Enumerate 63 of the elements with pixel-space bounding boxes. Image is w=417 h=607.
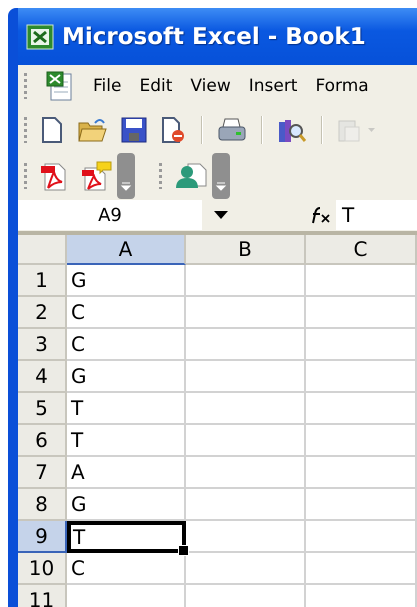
row-header[interactable]: 6 xyxy=(18,425,67,457)
column-header[interactable]: A xyxy=(67,235,186,265)
table-cell[interactable] xyxy=(306,329,417,361)
table-cell[interactable] xyxy=(186,553,306,585)
table-cell[interactable] xyxy=(186,425,306,457)
function-icon[interactable] xyxy=(310,206,332,224)
table-cell[interactable] xyxy=(186,361,306,393)
table-cell[interactable] xyxy=(186,297,306,329)
row-header[interactable]: 2 xyxy=(18,297,67,329)
table-cell[interactable] xyxy=(306,489,417,521)
table-cell[interactable]: A xyxy=(67,457,186,489)
folder-icon[interactable] xyxy=(77,117,107,143)
row-header[interactable]: 5 xyxy=(18,393,67,425)
table-cell[interactable] xyxy=(186,329,306,361)
table-cell[interactable]: C xyxy=(67,329,186,361)
table-cell[interactable] xyxy=(306,457,417,489)
row-header[interactable]: 4 xyxy=(18,361,67,393)
table-cell[interactable]: C xyxy=(67,297,186,329)
table-cell[interactable] xyxy=(186,457,306,489)
table-cell[interactable]: G xyxy=(67,265,186,297)
toolbar-options-icon[interactable] xyxy=(212,153,230,199)
table-cell[interactable]: G xyxy=(67,489,186,521)
row-header[interactable]: 9 xyxy=(18,521,67,553)
row-header[interactable]: 7 xyxy=(18,457,67,489)
table-cell[interactable] xyxy=(306,553,417,585)
row-header[interactable]: 3 xyxy=(18,329,67,361)
table-cell[interactable] xyxy=(186,393,306,425)
menu-item[interactable]: File xyxy=(93,76,122,96)
table-cell[interactable] xyxy=(306,265,417,297)
table-cell[interactable] xyxy=(186,521,306,553)
menu-item[interactable]: Insert xyxy=(248,76,298,96)
column-header[interactable]: B xyxy=(186,235,306,265)
table-cell[interactable] xyxy=(306,297,417,329)
printer-icon[interactable] xyxy=(217,117,247,143)
table-cell[interactable] xyxy=(186,489,306,521)
document-stop-icon[interactable] xyxy=(161,116,187,144)
row-header[interactable]: 8 xyxy=(18,489,67,521)
formula-field[interactable]: T xyxy=(336,200,417,230)
table-cell[interactable]: G xyxy=(67,361,186,393)
table-cell[interactable] xyxy=(306,361,417,393)
menu-item[interactable]: Edit xyxy=(139,76,172,96)
table-cell[interactable]: C xyxy=(67,553,186,585)
select-all-corner[interactable] xyxy=(18,235,67,265)
toolbar-options-icon[interactable] xyxy=(117,153,135,199)
table-cell[interactable]: T xyxy=(67,425,186,457)
active-cell[interactable]: T xyxy=(67,521,186,553)
row-header[interactable]: 1 xyxy=(18,265,67,297)
table-cell[interactable]: T xyxy=(67,393,186,425)
new-document-icon[interactable] xyxy=(41,116,63,144)
window-title: Microsoft Excel - Book1 xyxy=(62,24,366,50)
table-cell[interactable] xyxy=(306,393,417,425)
column-header[interactable]: C xyxy=(306,235,417,265)
row-header[interactable]: 11 xyxy=(18,585,67,607)
excel-logo-icon xyxy=(26,24,54,50)
table-cell[interactable] xyxy=(306,521,417,553)
pdf-comment-icon[interactable] xyxy=(81,160,113,192)
menu-item[interactable]: View xyxy=(190,76,231,96)
table-cell[interactable] xyxy=(186,265,306,297)
menu-item[interactable]: Forma xyxy=(315,76,369,96)
dropdown-arrow-icon[interactable] xyxy=(214,211,228,219)
row-header[interactable]: 10 xyxy=(18,553,67,585)
table-cell[interactable] xyxy=(306,425,417,457)
fill-handle[interactable] xyxy=(178,545,189,556)
